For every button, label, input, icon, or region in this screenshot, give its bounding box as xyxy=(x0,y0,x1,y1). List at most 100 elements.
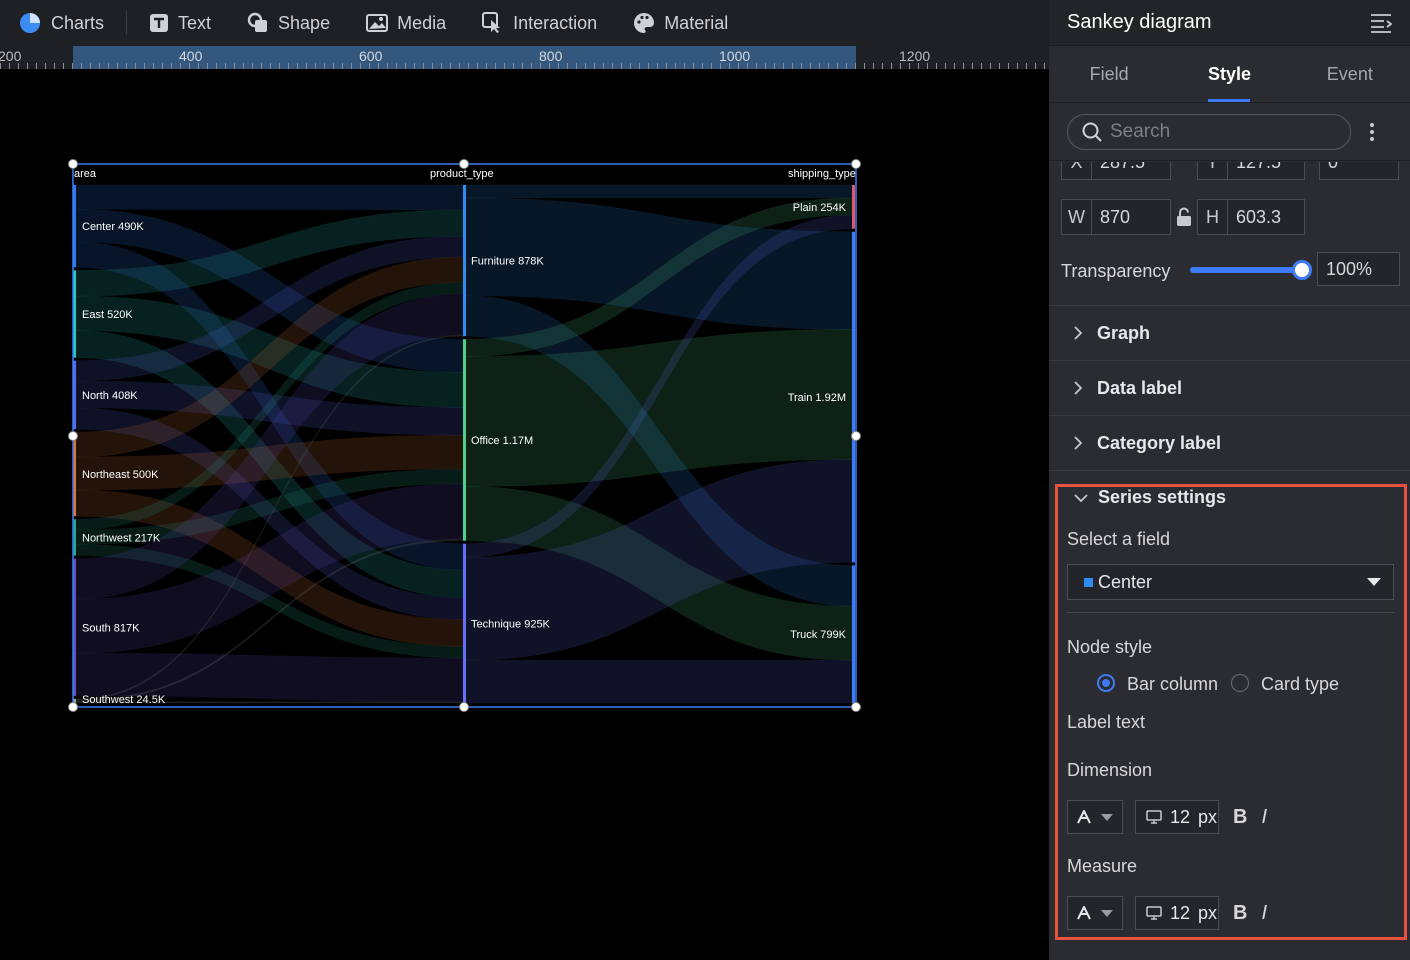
caret-down-icon xyxy=(1367,578,1381,586)
tab-style[interactable]: Style xyxy=(1169,46,1289,102)
sankey-node-plain[interactable] xyxy=(852,185,855,229)
transparency-label: Transparency xyxy=(1061,261,1171,281)
toolbar-interaction[interactable]: Interaction xyxy=(464,0,615,46)
radio-card-type[interactable] xyxy=(1231,674,1249,692)
radio-bar-column[interactable] xyxy=(1097,674,1115,692)
font-color-icon xyxy=(1077,810,1091,824)
toolbar-media[interactable]: Media xyxy=(348,0,464,46)
label-text-heading: Label text xyxy=(1067,712,1146,732)
transparency-value: 100% xyxy=(1326,258,1373,279)
toolbar-label: Material xyxy=(664,12,729,33)
section-data-label[interactable]: Data label xyxy=(1049,360,1410,415)
chevron-right-icon xyxy=(1074,326,1083,340)
search-input[interactable] xyxy=(1110,120,1330,143)
transparency-input[interactable]: 100% xyxy=(1317,252,1400,286)
section-title: Graph xyxy=(1097,322,1151,343)
dimension-font-size-unit: px xyxy=(1198,806,1218,827)
series-divider xyxy=(1067,612,1394,613)
measure-bold-button[interactable]: B xyxy=(1233,902,1247,925)
toolbar-text[interactable]: Text xyxy=(131,0,229,46)
sankey-node-office[interactable] xyxy=(463,339,466,541)
ruler-label: 200 xyxy=(0,48,22,64)
dimension-font-row: 12 px B I xyxy=(1067,800,1267,834)
width-value: 870 xyxy=(1100,206,1131,227)
ruler-label: 600 xyxy=(359,48,383,64)
section-title: Category label xyxy=(1097,432,1222,453)
resize-handle-bottom-right[interactable] xyxy=(851,702,861,712)
more-options-icon[interactable] xyxy=(1369,122,1375,142)
shape-icon xyxy=(247,12,268,32)
measure-font-size-input[interactable]: 12 px xyxy=(1135,896,1219,930)
dimension-italic-button[interactable]: I xyxy=(1261,806,1267,829)
resize-handle-top[interactable] xyxy=(459,159,469,169)
tab-field[interactable]: Field xyxy=(1049,46,1169,102)
sankey-node-furniture[interactable] xyxy=(463,185,466,337)
section-category-label[interactable]: Category label xyxy=(1049,415,1410,470)
section-title: Data label xyxy=(1097,377,1183,398)
radio-bar-column-label: Bar column xyxy=(1127,674,1219,694)
toolbar-divider xyxy=(126,11,128,35)
width-field[interactable]: W 870 xyxy=(1061,199,1171,235)
section-divider xyxy=(1049,470,1410,471)
sankey-node-train[interactable] xyxy=(852,231,855,563)
sankey-node-label: Truck 799K xyxy=(790,629,847,641)
ruler-label: 1200 xyxy=(899,48,930,64)
rotation-value: 0 xyxy=(1320,162,1338,173)
measure-font-color-select[interactable] xyxy=(1067,896,1123,930)
resize-handle-top-right[interactable] xyxy=(851,159,861,169)
sankey-node-label: Technique 925K xyxy=(471,618,551,630)
dimension-label: Dimension xyxy=(1067,760,1153,780)
transparency-slider-thumb[interactable] xyxy=(1292,260,1312,280)
dimension-bold-button[interactable]: B xyxy=(1233,806,1247,829)
collapse-panel-icon[interactable] xyxy=(1370,13,1392,33)
resize-handle-top-left[interactable] xyxy=(68,159,78,169)
sankey-node-truck[interactable] xyxy=(852,565,855,703)
sankey-node-label: East 520K xyxy=(82,309,133,321)
sankey-node-label: Plain 254K xyxy=(793,202,847,214)
rotation-field[interactable]: 0 xyxy=(1319,162,1399,180)
sankey-node-technique[interactable] xyxy=(463,543,466,703)
measure-font-row: 12 px B I xyxy=(1067,896,1267,930)
measure-font-size-value: 12 xyxy=(1170,902,1191,923)
sankey-chart[interactable]: Center 490K East 520K North 408K Northeast … xyxy=(0,69,1049,960)
resize-handle-left[interactable] xyxy=(68,431,78,441)
field-select[interactable]: Center xyxy=(1067,564,1394,600)
resize-handle-right[interactable] xyxy=(851,431,861,441)
y-field[interactable]: Y127.5 xyxy=(1197,162,1305,180)
measure-italic-button[interactable]: I xyxy=(1261,902,1267,925)
lock-icon[interactable] xyxy=(1176,207,1192,227)
panel-tabs: Field Style Event xyxy=(1049,46,1410,103)
x-label: X xyxy=(1062,162,1092,179)
caret-down-icon xyxy=(1101,813,1113,821)
sankey-node-label: Northeast 500K xyxy=(82,469,159,481)
toolbar-shape[interactable]: Shape xyxy=(229,0,348,46)
column-header-area: area xyxy=(74,168,97,180)
section-graph[interactable]: Graph xyxy=(1049,305,1410,360)
toolbar-label: Text xyxy=(178,12,212,33)
transparency-slider[interactable] xyxy=(1190,260,1312,280)
height-field[interactable]: H 603.3 xyxy=(1197,199,1305,235)
y-label: Y xyxy=(1198,162,1228,179)
search-box[interactable] xyxy=(1067,113,1351,150)
section-title: Series settings xyxy=(1098,487,1227,507)
measure-font-size-unit: px xyxy=(1198,902,1218,923)
editor-canvas[interactable]: Center 490K East 520K North 408K Northeast … xyxy=(0,69,1049,960)
tab-event[interactable]: Event xyxy=(1290,46,1410,102)
dimension-font-size-input[interactable]: 12 px xyxy=(1135,800,1219,834)
chevron-right-icon xyxy=(1074,436,1083,450)
field-select-value: Center xyxy=(1098,571,1153,592)
toolbar-material[interactable]: Material xyxy=(615,0,746,46)
resize-handle-bottom-left[interactable] xyxy=(68,702,78,712)
resize-handle-bottom[interactable] xyxy=(459,702,469,712)
toolbar-label: Charts xyxy=(51,12,105,33)
search-icon xyxy=(1082,122,1102,142)
section-series-settings[interactable]: Series settings xyxy=(1073,487,1226,508)
y-value: 127.5 xyxy=(1228,162,1281,173)
height-label: H xyxy=(1198,200,1228,234)
dimension-font-size-value: 12 xyxy=(1170,806,1191,827)
toolbar-charts[interactable]: Charts xyxy=(0,0,122,46)
dimension-font-color-select[interactable] xyxy=(1067,800,1123,834)
x-field[interactable]: X287.5 xyxy=(1061,162,1171,180)
ruler-svg: 200 400 600 800 1000 1200 xyxy=(0,46,1045,69)
sankey-link xyxy=(465,659,853,704)
